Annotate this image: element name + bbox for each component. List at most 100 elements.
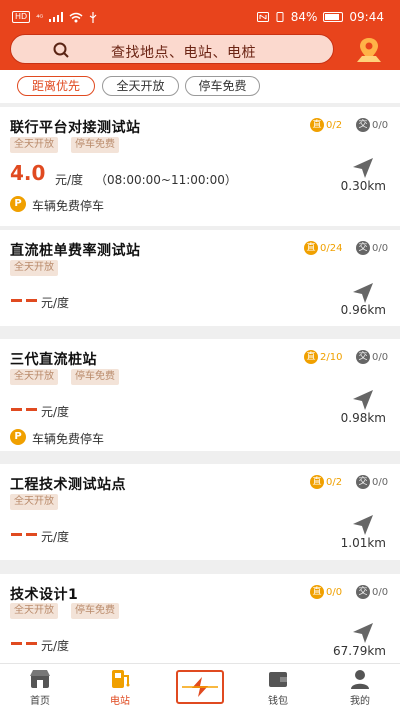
- tag-open-all-day: 全天开放: [10, 603, 58, 619]
- ac-count: 0/0: [372, 242, 389, 254]
- price-hours: （08:00:00~11:00:00）: [95, 173, 237, 187]
- tab-stations[interactable]: 电站: [90, 668, 150, 707]
- price-unit: 元/度: [41, 530, 70, 544]
- dc-count: 0/2: [326, 476, 343, 488]
- tab-stations-label: 电站: [110, 696, 130, 707]
- hd-badge: HD: [12, 11, 31, 23]
- home-icon: [30, 670, 50, 688]
- filter-bar: 距离优先 全天开放 停车免费: [0, 70, 400, 103]
- distance: 0.30km: [340, 179, 386, 193]
- parking-icon: P: [10, 196, 26, 212]
- user-icon: [351, 670, 369, 689]
- station-name: 三代直流桩站: [10, 352, 97, 368]
- filter-free-parking[interactable]: 停车免费: [185, 76, 260, 96]
- status-bar: HD ⁴ᴳ 84% 09:44: [0, 0, 400, 34]
- ac-status: 交 0/0: [356, 241, 388, 255]
- ac-status: 交 0/0: [356, 475, 388, 489]
- dc-count: 0/2: [326, 119, 343, 131]
- ac-count: 0/0: [372, 119, 389, 131]
- parking-text: 车辆免费停车: [32, 199, 105, 213]
- navigate-icon[interactable]: [352, 157, 374, 179]
- distance: 67.79km: [333, 644, 386, 658]
- price-value: 4.0: [10, 161, 46, 185]
- station-card[interactable]: 三代直流桩站 直 2/10 交 0/0 全天开放 停车免费 元/度 0.98km P…: [0, 339, 400, 451]
- search-input[interactable]: 查找地点、电站、电桩: [10, 34, 334, 64]
- tag-free-parking: 停车免费: [71, 137, 119, 153]
- dc-badge-icon: 直: [304, 350, 318, 364]
- price-unit: 元/度: [41, 296, 70, 310]
- clock: 09:44: [349, 10, 384, 24]
- battery-percent: 84%: [290, 10, 318, 24]
- tag-open-all-day: 全天开放: [10, 369, 58, 385]
- parking-icon: P: [10, 429, 26, 445]
- dc-status: 直 0/24: [304, 241, 342, 255]
- vibrate-icon: [276, 12, 284, 22]
- station-card[interactable]: 技术设计1 直 0/0 交 0/0 全天开放 停车免费 元/度 67.79km: [0, 574, 400, 663]
- distance: 1.01km: [340, 536, 386, 550]
- ac-status: 交 0/0: [356, 585, 388, 599]
- dc-badge-icon: 直: [310, 118, 324, 132]
- search-placeholder: 查找地点、电站、电桩: [111, 45, 256, 61]
- navigate-icon[interactable]: [352, 282, 374, 304]
- network-badge: ⁴ᴳ: [36, 12, 44, 22]
- navigate-icon[interactable]: [352, 389, 374, 411]
- filter-distance-first[interactable]: 距离优先: [17, 76, 95, 96]
- price-placeholder: [11, 642, 37, 645]
- ac-count: 0/0: [372, 586, 389, 598]
- ac-badge-icon: 交: [356, 118, 370, 132]
- price-placeholder: [11, 299, 37, 302]
- tab-profile-label: 我的: [350, 696, 370, 707]
- navigate-icon[interactable]: [352, 514, 374, 536]
- station-card[interactable]: 直流桩单费率测试站 直 0/24 交 0/0 全天开放 元/度 0.96km: [0, 230, 400, 326]
- tab-wallet[interactable]: 钱包: [248, 668, 308, 707]
- navigate-icon[interactable]: [352, 622, 374, 644]
- price-placeholder: [11, 533, 37, 536]
- dc-count: 0/24: [320, 242, 343, 254]
- tag-free-parking: 停车免费: [71, 369, 119, 385]
- ac-status: 交 0/0: [356, 350, 388, 364]
- dc-status: 直 0/2: [310, 475, 342, 489]
- dc-badge-icon: 直: [304, 241, 318, 255]
- dc-status: 直 2/10: [304, 350, 342, 364]
- price-unit: 元/度: [41, 405, 70, 419]
- station-card[interactable]: 联行平台对接测试站 直 0/2 交 0/0 全天开放 停车免费 4.0 元/度 （0…: [0, 107, 400, 226]
- dc-count: 0/0: [326, 586, 343, 598]
- dc-status: 直 0/2: [310, 118, 342, 132]
- distance: 0.98km: [340, 411, 386, 425]
- station-name: 直流桩单费率测试站: [10, 243, 141, 259]
- scan-icon[interactable]: [176, 670, 224, 704]
- tag-open-all-day: 全天开放: [10, 137, 58, 153]
- battery-icon: [323, 12, 344, 22]
- distance: 0.96km: [340, 303, 386, 317]
- tag-open-all-day: 全天开放: [10, 494, 58, 510]
- nfc-icon: [256, 12, 269, 22]
- charging-station-icon: [112, 670, 130, 688]
- station-name: 联行平台对接测试站: [10, 120, 141, 136]
- dc-badge-icon: 直: [310, 475, 324, 489]
- tab-wallet-label: 钱包: [268, 696, 288, 707]
- tab-home[interactable]: 首页: [10, 668, 70, 707]
- bottom-tab-bar: 首页 电站 钱包 我的: [0, 663, 400, 711]
- ac-count: 0/0: [372, 476, 389, 488]
- price-unit: 元/度: [41, 639, 70, 653]
- parking-text: 车辆免费停车: [32, 432, 105, 446]
- ac-badge-icon: 交: [356, 241, 370, 255]
- ac-badge-icon: 交: [356, 585, 370, 599]
- search-icon: [53, 42, 69, 58]
- dc-status: 直 0/0: [310, 585, 342, 599]
- signal-icon: [49, 12, 64, 22]
- ac-status: 交 0/0: [356, 118, 388, 132]
- station-card[interactable]: 工程技术测试站点 直 0/2 交 0/0 全天开放 元/度 1.01km: [0, 464, 400, 560]
- tag-free-parking: 停车免费: [71, 603, 119, 619]
- wallet-icon: [269, 672, 287, 687]
- filter-open-all-day[interactable]: 全天开放: [102, 76, 179, 96]
- map-pin-icon[interactable]: [354, 36, 384, 64]
- station-name: 工程技术测试站点: [10, 477, 126, 493]
- price-unit: 元/度: [55, 173, 84, 187]
- wifi-icon: [69, 12, 83, 22]
- tab-profile[interactable]: 我的: [330, 668, 390, 707]
- dc-badge-icon: 直: [310, 585, 324, 599]
- ac-badge-icon: 交: [356, 350, 370, 364]
- price-placeholder: [11, 408, 37, 411]
- station-name: 技术设计1: [10, 587, 79, 603]
